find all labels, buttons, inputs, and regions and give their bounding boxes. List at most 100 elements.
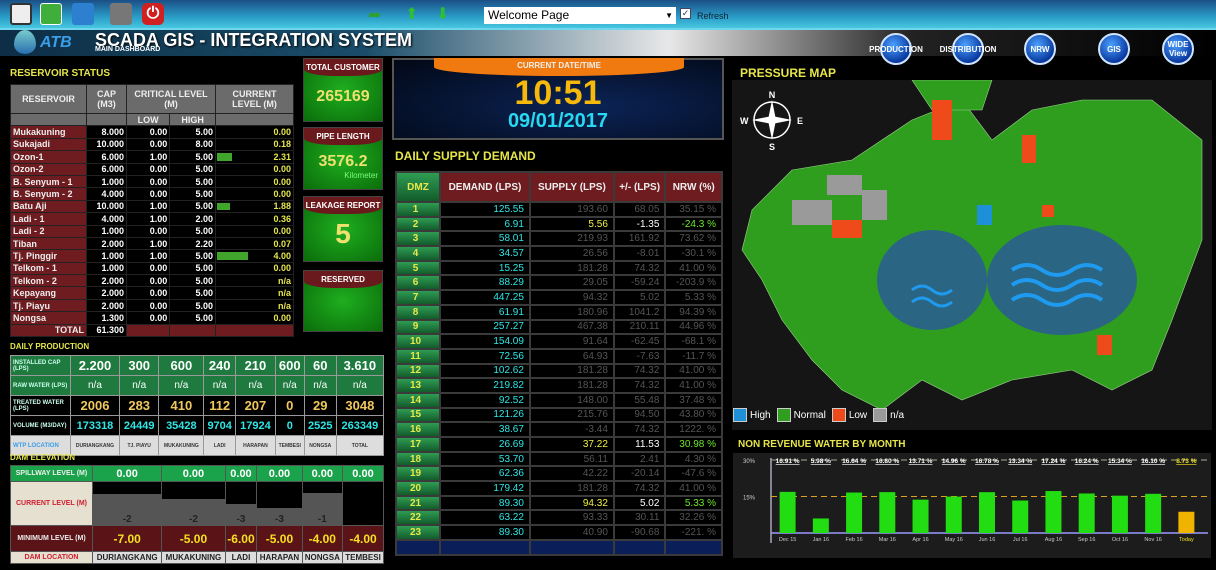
reservoir-current: 0.00: [215, 162, 294, 176]
reservoir-row[interactable]: Kepayang 2.000 0.00 5.00 n/a: [10, 286, 294, 300]
nrw-bar[interactable]: [1178, 511, 1195, 533]
dam-current-cell: -2: [161, 481, 226, 526]
difference-cell: -1.35: [612, 215, 667, 233]
nrw-bar[interactable]: [879, 492, 896, 533]
reservoir-name: Nongsa: [10, 311, 87, 325]
reservoir-row[interactable]: Mukakuning 8.000 0.00 5.00 0.00: [10, 125, 294, 139]
production-volume-value: 24449: [118, 415, 160, 436]
supply-row[interactable]: 6 88.29 29.05 -59.24 -203.9 %: [395, 274, 723, 292]
dmz-id-cell: 21: [395, 494, 441, 512]
dam-locations-value: HARAPAN: [259, 553, 300, 562]
reservoir-high-value: 5.00: [195, 312, 213, 323]
reservoir-row[interactable]: Nongsa 1.300 0.00 5.00 0.00: [10, 311, 294, 325]
nav-button-production[interactable]: PRODUCTION: [869, 33, 923, 65]
clipboard-icon[interactable]: [72, 3, 94, 25]
power-icon[interactable]: ⏻: [142, 3, 164, 25]
supply-row[interactable]: 7 447.25 94.32 5.02 5.33 %: [395, 289, 723, 306]
production-row-raw: RAW WATER (LPS) n/a n/a n/a n/a n/a n/a n/a n/a: [10, 375, 385, 396]
bar-value-label: 8.73 %: [1176, 458, 1196, 465]
map-high-zone[interactable]: [977, 205, 992, 225]
supply-row[interactable]: 17 26.69 37.22 11.53 30.98 %: [395, 436, 723, 453]
reservoir-row[interactable]: Tj. Piayu 2.000 0.00 5.00 n/a: [10, 298, 294, 313]
chevron-down-icon: ▼: [665, 11, 673, 20]
page-select[interactable]: Welcome Page ▼: [484, 7, 676, 24]
supply-row[interactable]: 13 219.82 181.28 74.32 41.00 %: [395, 377, 723, 394]
nrw-bar[interactable]: [1145, 493, 1162, 533]
nrw-bar[interactable]: [812, 518, 829, 533]
nav-button-gis[interactable]: GIS: [1098, 33, 1130, 65]
difference-cell: -59.24: [612, 274, 667, 292]
reservoir-row[interactable]: Sukajadi 10.000 0.00 8.00 0.18: [10, 137, 294, 152]
printer-icon[interactable]: [110, 3, 132, 25]
spreadsheet-icon[interactable]: [40, 3, 62, 25]
monitor-icon[interactable]: [10, 3, 32, 25]
supply-row[interactable]: 8 61.91 180.96 1041.2 94.39 %: [395, 303, 723, 321]
reservoir-cap: 2.000: [86, 286, 127, 300]
supply-row[interactable]: 16 38.67 -3.44 74.32 1222. %: [395, 421, 723, 438]
up-arrow-icon[interactable]: ⬆: [405, 4, 418, 24]
supply-row[interactable]: 14 92.52 148.00 55.48 37.48 %: [395, 391, 723, 409]
supply-cell: 37.22: [528, 436, 615, 453]
supply-row[interactable]: 12 102.62 181.28 74.32 41.00 %: [395, 362, 723, 380]
nrw-bar[interactable]: [1111, 495, 1128, 533]
reservoir-row[interactable]: Ozon-1 6.000 1.00 5.00 2.31: [10, 150, 294, 164]
reservoir-row[interactable]: Tiban 2.000 1.00 2.20 0.07: [10, 236, 294, 251]
leakage-report-card[interactable]: LEAKAGE REPORT 5: [303, 196, 383, 262]
reservoir-row[interactable]: B. Senyum - 1 1.000 0.00 5.00 0.00: [10, 174, 294, 189]
nrw-bar[interactable]: [1012, 500, 1029, 533]
reserved-card[interactable]: RESERVED: [303, 270, 383, 332]
supply-row[interactable]: 19 62.36 42.22 -20.14 -47.6 %: [395, 465, 723, 483]
pipe-length-card[interactable]: PIPE LENGTH 3576.2 Kilometer: [303, 127, 383, 190]
supply-row[interactable]: 15 121.26 215.76 94.50 43.80 %: [395, 406, 723, 424]
supply-row[interactable]: 4 34.57 26.56 -8.01 -30.1 %: [395, 245, 723, 262]
reservoir-cap: 1.300: [86, 311, 127, 325]
refresh-checkbox[interactable]: ✓: [680, 8, 691, 19]
reservoir-row[interactable]: B. Senyum - 2 4.000 0.00 5.00 0.00: [10, 187, 294, 201]
supply-row[interactable]: 9 257.27 467.38 210.11 44.96 %: [395, 318, 723, 336]
reservoir-row[interactable]: Batu Aji 10.000 1.00 5.00 1.88: [10, 199, 294, 214]
nav-button-wide-view[interactable]: WIDE View: [1162, 33, 1194, 65]
reservoir-high: 5.00: [169, 162, 216, 176]
nrw-bar[interactable]: [779, 491, 796, 533]
reservoir-cap: 4.000: [86, 212, 127, 226]
supply-row[interactable]: 11 72.56 64.93 -7.63 -11.7 %: [395, 347, 723, 365]
reservoir-high-value: 5.00: [195, 201, 213, 212]
production-installed-value: 600: [274, 355, 305, 376]
production-volume-value: 35428: [158, 415, 205, 436]
reservoir-row[interactable]: Ladi - 2 1.000 0.00 5.00 0.00: [10, 224, 294, 238]
nrw-bar[interactable]: [945, 496, 962, 533]
supply-row[interactable]: 5 15.25 181.28 74.32 41.00 %: [395, 259, 723, 277]
pressure-map[interactable]: N E S W: [732, 80, 1212, 430]
supply-row[interactable]: 10 154.09 91.64 -62.45 -68.1 %: [395, 333, 723, 350]
supply-cell: 42.22: [528, 465, 615, 483]
supply-row[interactable]: 3 58.01 219.93 161.92 73.62 %: [395, 230, 723, 248]
reservoir-current-value: 0.00: [273, 176, 291, 187]
reservoir-row[interactable]: Ozon-2 6.000 0.00 5.00 0.00: [10, 162, 294, 176]
reservoir-name: Tiban: [10, 236, 87, 251]
nrw-bar[interactable]: [846, 492, 863, 533]
nrw-bar[interactable]: [979, 492, 995, 533]
reservoir-row[interactable]: Telkom - 2 2.000 0.00 5.00 n/a: [10, 274, 294, 288]
nav-button-distribution[interactable]: DISTRIBUTION: [940, 33, 996, 65]
supply-row[interactable]: 21 89.30 94.32 5.02 5.33 %: [395, 494, 723, 512]
supply-row[interactable]: 1 125.55 193.60 68.05 35.15 %: [395, 201, 723, 218]
back-arrow-icon[interactable]: ➦: [368, 5, 381, 25]
nrw-bar[interactable]: [912, 499, 929, 533]
nav-button-nrw[interactable]: NRW: [1024, 33, 1056, 65]
supply-row[interactable]: 18 53.70 56.11 2.41 4.30 %: [395, 450, 723, 468]
supply-footer-cell: [439, 538, 531, 556]
nrw-bar[interactable]: [1045, 491, 1062, 533]
reservoir-row[interactable]: Telkom - 1 1.000 0.00 5.00 0.00: [10, 261, 294, 276]
legend-swatch: [831, 408, 846, 422]
demand-cell: 447.25: [439, 289, 531, 306]
supply-row[interactable]: 2 6.91 5.56 -1.35 -24.3 %: [395, 215, 723, 233]
reservoir-row[interactable]: Tj. Pinggir 1.000 1.00 5.00 4.00: [10, 249, 294, 263]
supply-row[interactable]: 23 89.30 40.90 -90.68 -221. %: [395, 524, 723, 541]
production-installed-value: 3.610: [335, 355, 385, 376]
down-arrow-icon[interactable]: ⬇: [436, 4, 449, 24]
nrw-bar[interactable]: [1078, 493, 1095, 533]
total-customer-card[interactable]: TOTAL CUSTOMER 265169: [303, 58, 383, 122]
supply-row[interactable]: 22 63.22 93.33 30.11 32.26 %: [395, 509, 723, 527]
reservoir-row[interactable]: Ladi - 1 4.000 1.00 2.00 0.36: [10, 212, 294, 226]
supply-row[interactable]: 20 179.42 181.28 74.32 41.00 %: [395, 480, 723, 497]
